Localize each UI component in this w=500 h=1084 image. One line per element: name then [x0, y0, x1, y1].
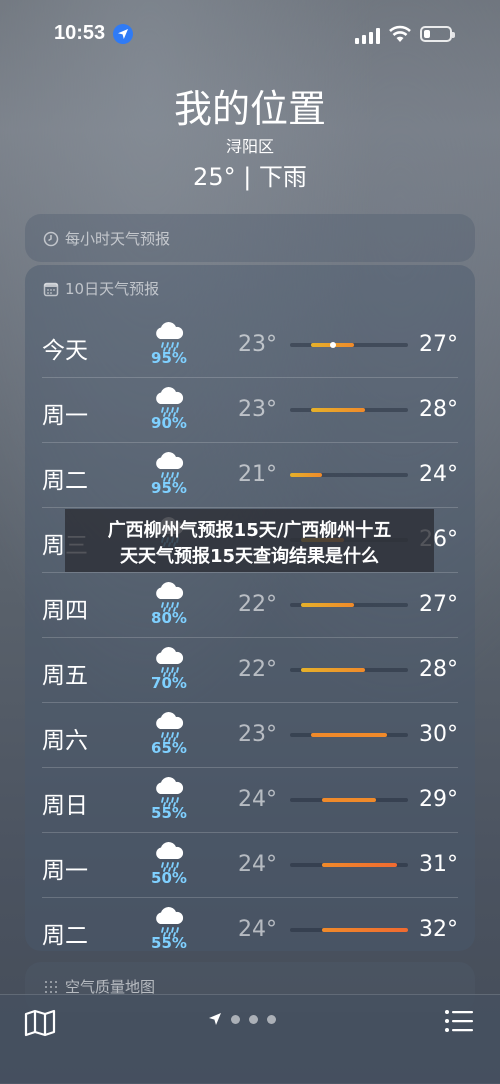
temp-range-bar	[290, 603, 408, 607]
high-temp: 27°	[419, 592, 458, 617]
temp-range-bar	[290, 863, 408, 867]
current-conditions: 25° | 下雨	[193, 163, 307, 191]
high-temp: 30°	[419, 722, 458, 747]
location-arrow-icon	[113, 24, 133, 44]
precip-chance: 55%	[151, 804, 187, 822]
page-dot	[267, 1014, 276, 1024]
temp-range-bar	[290, 408, 408, 412]
day-label: 周六	[42, 728, 88, 754]
banner-line-1: 广西柳州气预报15天/广西柳州十五	[107, 520, 392, 541]
forecast-row[interactable]: 周二 55% 24° 32°	[42, 897, 458, 962]
status-time: 10:53	[54, 22, 106, 44]
high-temp: 31°	[419, 852, 458, 877]
low-temp: 21°	[238, 462, 277, 487]
low-temp: 24°	[238, 787, 277, 812]
page-dot	[249, 1014, 258, 1024]
precip-chance: 80%	[151, 609, 187, 627]
temp-range-fill	[311, 733, 387, 737]
clock-icon	[43, 231, 59, 246]
day-label: 周五	[42, 663, 88, 689]
high-temp: 28°	[419, 657, 458, 682]
forecast-row[interactable]: 今天 95% 23° 27°	[42, 313, 458, 377]
precip-chance: 70%	[151, 674, 187, 692]
ten-day-forecast-panel[interactable]: 10日天气预报 今天 95% 23° 27° 周一 90% 23° 28° 周二 95% 21° 24…	[25, 265, 475, 952]
high-temp: 24°	[419, 462, 458, 487]
banner-line-2: 天天气预报15天查询结果是什么	[119, 546, 380, 567]
day-label: 周一	[42, 403, 88, 429]
low-temp: 24°	[238, 852, 277, 877]
list-icon[interactable]	[444, 1009, 474, 1033]
precip-chance: 95%	[151, 349, 187, 367]
low-temp: 23°	[238, 332, 277, 357]
low-temp: 23°	[238, 397, 277, 422]
high-temp: 29°	[419, 787, 458, 812]
wifi-icon	[389, 25, 411, 42]
temp-range-bar	[290, 668, 408, 672]
precip-chance: 50%	[151, 869, 187, 887]
precip-chance: 55%	[151, 934, 187, 952]
page-indicator[interactable]	[208, 1012, 276, 1026]
high-temp: 28°	[419, 397, 458, 422]
precip-chance: 95%	[151, 479, 187, 497]
low-temp: 24°	[238, 917, 277, 942]
forecast-row[interactable]: 周五 70% 22° 28°	[42, 637, 458, 702]
hourly-forecast-label: 每小时天气预报	[65, 230, 171, 248]
air-quality-icon	[45, 980, 57, 993]
forecast-row[interactable]: 周二 95% 21° 24°	[42, 442, 458, 507]
precip-chance: 90%	[151, 414, 187, 432]
location-arrow-icon	[209, 1013, 221, 1025]
temp-range-bar	[290, 342, 408, 348]
temp-range-fill	[290, 473, 323, 477]
article-title-banner: 广西柳州气预报15天/广西柳州十五 天天气预报15天查询结果是什么	[65, 509, 434, 572]
day-label: 周二	[42, 468, 88, 494]
forecast-row[interactable]: 周六 65% 23° 30°	[42, 702, 458, 767]
signal-icon	[355, 28, 380, 44]
temp-range-bar	[290, 473, 408, 477]
day-label: 周一	[42, 858, 88, 884]
temp-range-fill	[322, 863, 398, 867]
temp-range-fill	[311, 408, 366, 412]
district-name: 浔阳区	[225, 137, 274, 156]
location-title: 我的位置	[173, 87, 326, 131]
forecast-row[interactable]: 周一 50% 24° 31°	[42, 832, 458, 897]
ten-day-forecast-label: 10日天气预报	[65, 280, 160, 298]
day-label: 今天	[42, 338, 88, 364]
precip-chance: 65%	[151, 739, 187, 757]
low-temp: 22°	[238, 657, 277, 682]
low-temp: 23°	[238, 722, 277, 747]
day-label: 周四	[42, 598, 88, 624]
status-bar: 10:53	[0, 0, 500, 70]
day-label: 周日	[42, 793, 88, 819]
high-temp: 27°	[419, 332, 458, 357]
map-icon[interactable]	[24, 1009, 56, 1037]
forecast-row[interactable]: 周一 90% 23° 28°	[42, 377, 458, 442]
temp-range-fill	[322, 798, 376, 802]
forecast-row[interactable]: 周四 80% 22° 27°	[42, 572, 458, 637]
forecast-row[interactable]: 周日 55% 24° 29°	[42, 767, 458, 832]
day-label: 周二	[42, 923, 88, 949]
temp-range-bar	[290, 733, 408, 737]
temp-range-fill	[322, 928, 408, 932]
bottom-toolbar	[0, 994, 500, 1084]
current-temp-dot	[329, 342, 336, 348]
temp-range-fill	[300, 668, 366, 672]
high-temp: 32°	[419, 917, 458, 942]
hourly-forecast-panel[interactable]: 每小时天气预报	[25, 214, 475, 262]
forecast-rows: 今天95%23°27°周一90%23°28°周二95%21°24°周三26°周四…	[25, 313, 475, 962]
temp-range-bar	[290, 798, 408, 802]
temp-range-fill	[300, 603, 355, 607]
low-temp: 22°	[238, 592, 277, 617]
battery-icon	[420, 26, 455, 42]
calendar-icon	[43, 282, 59, 296]
temp-range-bar	[290, 928, 408, 932]
page-dot	[231, 1014, 240, 1024]
